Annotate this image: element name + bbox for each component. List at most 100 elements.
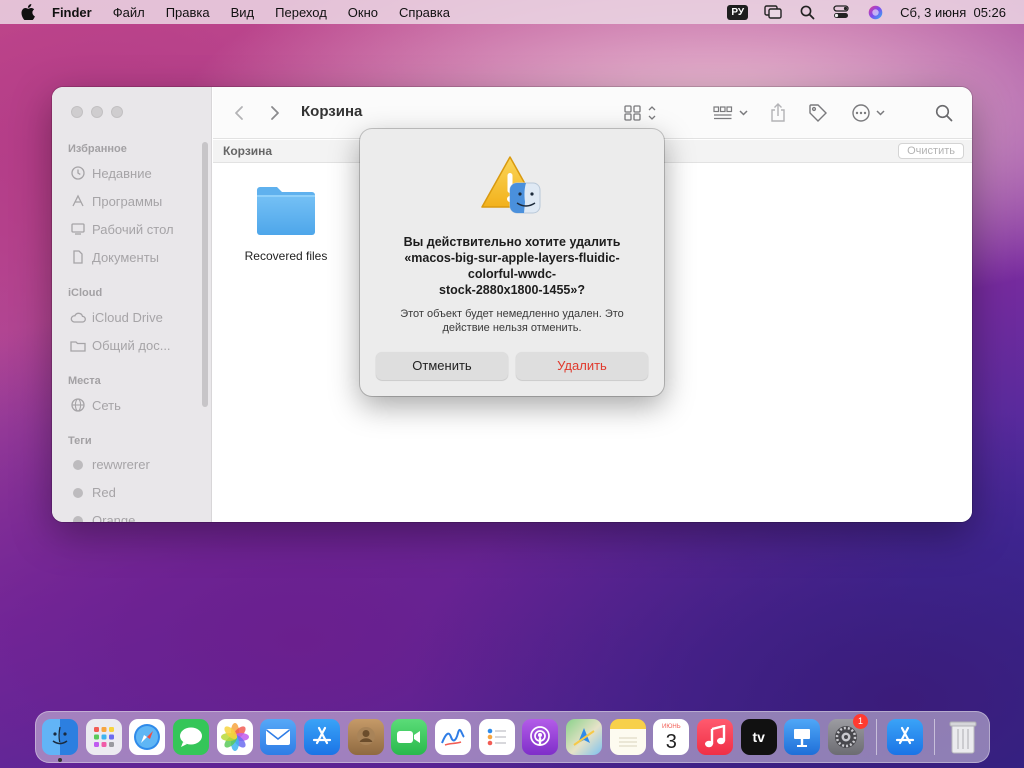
sidebar-item-network[interactable]: Сеть: [70, 397, 121, 413]
apple-tv-label: tv: [752, 729, 765, 745]
sidebar-header-icloud: iCloud: [68, 287, 103, 299]
input-language-badge[interactable]: РУ: [727, 4, 749, 20]
podcasts-icon[interactable]: [522, 719, 559, 755]
menu-window[interactable]: Окно: [348, 5, 378, 20]
running-indicator: [58, 758, 62, 762]
apple-menu-icon[interactable]: [18, 4, 38, 20]
zoom-window-button[interactable]: [111, 106, 123, 118]
window-controls: [71, 106, 131, 118]
dialog-message-line: Этот объект будет немедленно удален. Это: [400, 308, 624, 320]
tag-dot-icon: [73, 487, 83, 498]
apple-tv-icon[interactable]: tv: [740, 719, 777, 755]
control-center-icon[interactable]: [832, 4, 850, 20]
finder-sidebar: Избранное Недавние Программы Рабочий сто…: [52, 87, 212, 522]
sidebar-item-applications[interactable]: Программы: [70, 193, 162, 209]
sidebar-item-label: Недавние: [92, 165, 152, 181]
siri-icon[interactable]: [866, 4, 884, 20]
sidebar-item-documents[interactable]: Документы: [70, 249, 159, 265]
sidebar-item-icloud-drive[interactable]: iCloud Drive: [70, 309, 163, 325]
menu-bar: Finder Файл Правка Вид Переход Окно Спра…: [0, 0, 1024, 24]
menu-edit[interactable]: Правка: [166, 5, 210, 20]
trash-header-label: Корзина: [223, 144, 273, 158]
keynote-icon[interactable]: [784, 719, 821, 755]
forward-button[interactable]: [269, 103, 281, 123]
sidebar-item-label: Red: [92, 485, 116, 500]
file-name: Recovered files: [244, 249, 328, 263]
menubar-clock[interactable]: Сб, 3 июня 05:26: [900, 5, 1006, 20]
more-actions-button[interactable]: [851, 103, 887, 123]
facetime-icon[interactable]: [391, 719, 428, 755]
menu-app-name[interactable]: Finder: [52, 5, 92, 20]
dialog-title-line: Вы действительно хотите удалить: [403, 235, 621, 249]
photos-icon[interactable]: [216, 719, 253, 755]
sidebar-item-label: rewwrerer: [92, 457, 150, 472]
menu-view[interactable]: Вид: [231, 5, 255, 20]
sidebar-header-favorites: Избранное: [68, 143, 127, 155]
dialog-title-line: colorful-wwdc-: [467, 267, 557, 281]
applications-icon: [70, 193, 86, 209]
sidebar-tag-rewwrerer[interactable]: rewwrerer: [70, 457, 150, 472]
mail-icon[interactable]: [260, 719, 297, 755]
app-store-download-icon[interactable]: [886, 719, 923, 755]
dialog-message: Этот объект будет немедленно удален. Это…: [384, 307, 640, 335]
dock-separator: [934, 719, 936, 755]
clock-icon: [70, 165, 86, 181]
screen-mirroring-icon[interactable]: [764, 4, 782, 20]
sidebar-item-label: iCloud Drive: [92, 309, 163, 325]
tag-button[interactable]: [808, 103, 828, 123]
sidebar-item-shared[interactable]: Общий дос...: [70, 337, 171, 353]
sidebar-item-label: Orange: [92, 513, 136, 522]
sidebar-item-label: Сеть: [92, 397, 121, 413]
globe-icon: [70, 397, 86, 413]
cloud-icon: [70, 309, 86, 325]
sidebar-tag-orange[interactable]: Orange: [70, 513, 135, 522]
freeform-icon[interactable]: [435, 719, 471, 755]
system-settings-icon[interactable]: 1: [828, 714, 868, 755]
calendar-month: ИЮНЬ: [662, 723, 681, 730]
dock-separator: [875, 719, 877, 755]
contacts-icon[interactable]: [347, 719, 384, 755]
sidebar-item-desktop[interactable]: Рабочий стол: [70, 221, 174, 237]
cancel-button[interactable]: Отменить: [376, 352, 508, 380]
sidebar-item-label: Общий дос...: [92, 337, 171, 353]
dock: ИЮНЬ 3 tv 1: [35, 711, 990, 763]
group-button[interactable]: [713, 103, 749, 123]
calendar-day: 3: [665, 730, 677, 753]
sidebar-header-tags: Теги: [68, 435, 92, 447]
sidebar-item-label: Программы: [92, 193, 163, 209]
minimize-window-button[interactable]: [91, 106, 103, 118]
spotlight-search-icon[interactable]: [798, 4, 816, 20]
sidebar-header-locations: Места: [68, 375, 101, 387]
reminders-icon[interactable]: [478, 719, 515, 755]
delete-button[interactable]: Удалить: [516, 352, 648, 380]
launchpad-icon[interactable]: [85, 719, 122, 755]
finder-icon[interactable]: [42, 719, 78, 762]
back-button[interactable]: [233, 103, 245, 123]
empty-trash-button[interactable]: Очистить: [898, 143, 964, 159]
notes-icon[interactable]: [609, 719, 646, 755]
menu-help[interactable]: Справка: [399, 5, 450, 20]
menu-go[interactable]: Переход: [275, 5, 327, 20]
menu-file[interactable]: Файл: [113, 5, 145, 20]
window-title: Корзина: [301, 103, 363, 120]
view-mode-button[interactable]: [624, 103, 658, 123]
sidebar-tag-red[interactable]: Red: [70, 485, 116, 500]
dialog-title: Вы действительно хотите удалить «macos-b…: [376, 234, 648, 298]
music-icon[interactable]: [697, 719, 733, 755]
messages-icon[interactable]: [173, 719, 209, 755]
sidebar-item-recents[interactable]: Недавние: [70, 165, 152, 181]
notification-badge: 1: [852, 714, 868, 729]
maps-icon[interactable]: [566, 719, 602, 755]
close-window-button[interactable]: [71, 106, 83, 118]
app-store-icon[interactable]: [304, 719, 340, 755]
calendar-icon[interactable]: ИЮНЬ 3: [653, 719, 690, 755]
safari-icon[interactable]: [129, 719, 166, 755]
trash-icon[interactable]: [945, 719, 981, 755]
dialog-title-line: «macos-big-sur-apple-layers-fluidic-: [404, 251, 620, 265]
file-item[interactable]: Recovered files: [241, 184, 331, 263]
shared-folder-icon: [70, 337, 86, 353]
sidebar-scrollbar[interactable]: [202, 142, 208, 407]
share-button[interactable]: [770, 103, 786, 123]
sidebar-item-label: Документы: [92, 249, 160, 265]
search-button[interactable]: [935, 103, 953, 123]
